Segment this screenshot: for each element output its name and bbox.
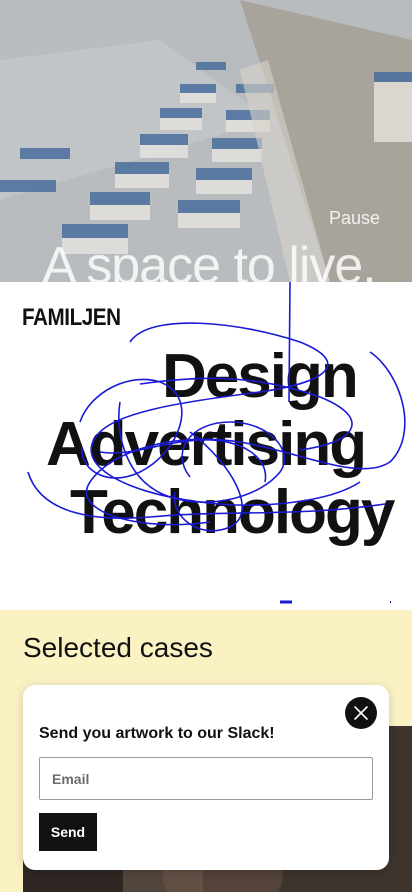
section-title: Selected cases	[23, 632, 213, 663]
hero-video: Pause A space to live.	[0, 0, 412, 282]
close-popup-button[interactable]	[345, 697, 377, 729]
hero-headline: A space to live.	[42, 237, 377, 282]
slack-popup: Send you artwork to our Slack! Send	[23, 685, 389, 870]
familjen-logo[interactable]: FAMILJEN	[22, 304, 121, 332]
intro-section: FAMILJEN Design Advertising Technology	[0, 282, 412, 610]
discipline-design: Design	[162, 342, 359, 411]
pause-button[interactable]: Pause	[329, 208, 380, 229]
popup-title: Send you artwork to our Slack!	[39, 725, 275, 742]
email-field[interactable]	[39, 757, 373, 800]
discipline-advertising: Advertising	[46, 410, 367, 479]
close-icon	[354, 706, 368, 720]
discipline-technology: Technology	[70, 478, 395, 547]
send-button[interactable]: Send	[39, 813, 97, 851]
